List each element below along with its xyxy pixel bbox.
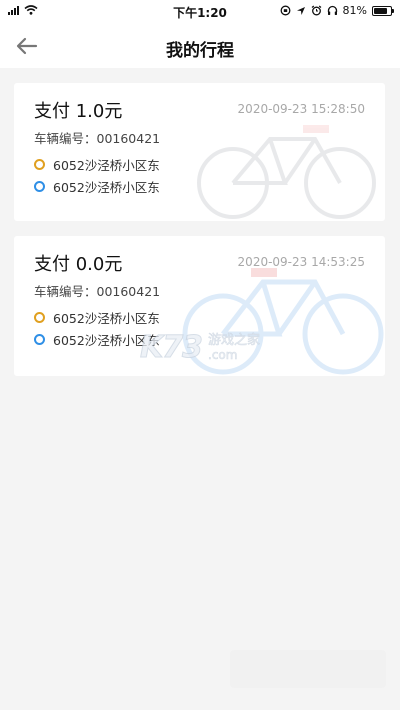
watermark-line1: 游戏之家 (208, 332, 261, 348)
watermark-logo: K73 (140, 330, 204, 366)
nav-bar: 我的行程 (0, 24, 400, 68)
page-title: 我的行程 (166, 41, 234, 61)
end-station-label: 6052沙泾桥小区东 (53, 180, 160, 195)
trip-card[interactable]: 支付 1.0元 2020-09-23 15:28:50 车辆编号：0016042… (14, 83, 385, 221)
battery-fill (374, 7, 387, 14)
battery-icon (372, 5, 394, 16)
vehicle-number: 车辆编号：00160421 (34, 284, 161, 299)
watermark-text: 游戏之家 .com (208, 332, 261, 362)
trip-time: 2020-09-23 15:28:50 (237, 102, 365, 116)
alarm-icon (311, 5, 321, 16)
start-station-label: 6052沙泾桥小区东 (53, 311, 160, 326)
bicycle-illustration (197, 125, 376, 219)
end-dot-icon (34, 181, 45, 192)
trip-time: 2020-09-23 14:53:25 (237, 255, 365, 269)
headphones-icon (327, 5, 337, 15)
screen-lock-icon (280, 5, 290, 16)
faded-bottom-area (230, 650, 386, 688)
start-dot-icon (34, 159, 45, 170)
location-icon (296, 6, 305, 15)
start-dot-icon (34, 312, 45, 323)
watermark: K73 游戏之家 .com (140, 330, 261, 366)
end-dot-icon (34, 334, 45, 345)
start-station: 6052沙泾桥小区东 (34, 155, 160, 174)
start-station-label: 6052沙泾桥小区东 (53, 158, 160, 173)
trip-payment: 支付 0.0元 (34, 254, 123, 275)
watermark-line2: .com (208, 347, 238, 362)
trip-payment: 支付 1.0元 (34, 101, 123, 122)
battery-percent: 81% (342, 4, 367, 17)
vehicle-number: 车辆编号：00160421 (34, 131, 161, 146)
start-station: 6052沙泾桥小区东 (34, 308, 160, 327)
end-station: 6052沙泾桥小区东 (34, 177, 160, 196)
status-bar: 下午1:20 81% (0, 0, 400, 24)
status-right: 81% (280, 4, 394, 17)
